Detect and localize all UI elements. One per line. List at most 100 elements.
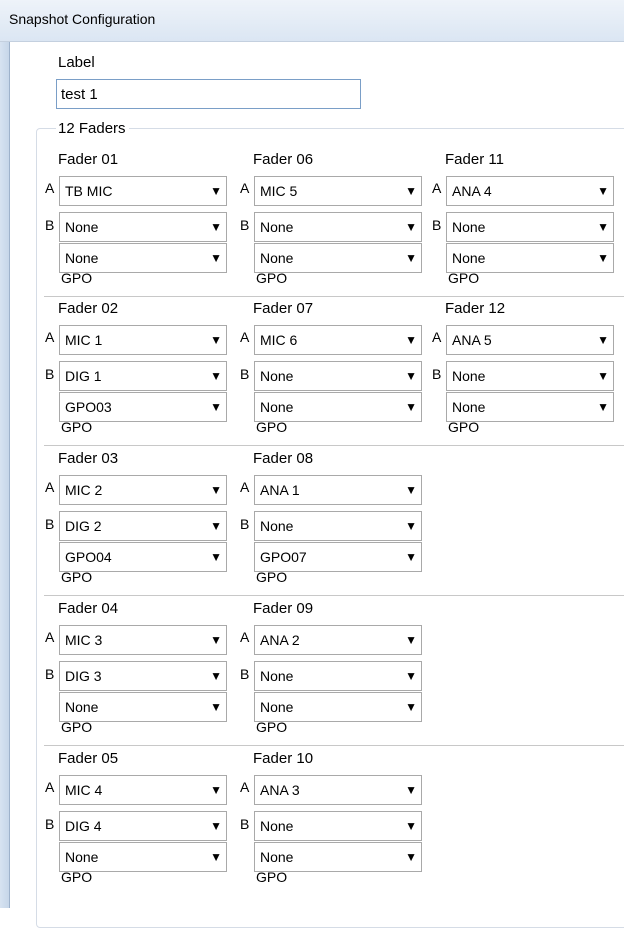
fader-02-gpo-select[interactable]: GPO03 ▼ xyxy=(59,392,227,422)
fader-11-source-a-select[interactable]: ANA 4 ▼ xyxy=(446,176,614,206)
chevron-down-icon: ▼ xyxy=(597,220,609,234)
chevron-down-icon: ▼ xyxy=(405,550,417,564)
fader-02-block: Fader 02 A MIC 1 ▼ B DIG 1 ▼ GPO03 ▼ GPO xyxy=(45,300,235,440)
fader-08-source-b-select[interactable]: None ▼ xyxy=(254,511,422,541)
gpo-label: GPO xyxy=(256,270,288,286)
source-b-label: B xyxy=(240,516,250,532)
fader-07-title: Fader 07 xyxy=(253,300,314,317)
selected-value: None xyxy=(260,849,294,865)
fader-12-gpo-select[interactable]: None ▼ xyxy=(446,392,614,422)
chevron-down-icon: ▼ xyxy=(597,400,609,414)
chevron-down-icon: ▼ xyxy=(210,783,222,797)
selected-value: None xyxy=(260,699,294,715)
fader-03-source-b-select[interactable]: DIG 2 ▼ xyxy=(59,511,227,541)
fader-03-block: Fader 03 A MIC 2 ▼ B DIG 2 ▼ GPO04 ▼ GPO xyxy=(45,450,235,590)
source-a-label: A xyxy=(45,479,55,495)
fader-04-source-b-select[interactable]: DIG 3 ▼ xyxy=(59,661,227,691)
fader-09-gpo-select[interactable]: None ▼ xyxy=(254,692,422,722)
selected-value: None xyxy=(260,818,294,834)
fader-10-gpo-select[interactable]: None ▼ xyxy=(254,842,422,872)
chevron-down-icon: ▼ xyxy=(405,220,417,234)
fader-06-source-a-select[interactable]: MIC 5 ▼ xyxy=(254,176,422,206)
chevron-down-icon: ▼ xyxy=(405,400,417,414)
fader-05-gpo-select[interactable]: None ▼ xyxy=(59,842,227,872)
chevron-down-icon: ▼ xyxy=(210,850,222,864)
fader-05-block: Fader 05 A MIC 4 ▼ B DIG 4 ▼ None ▼ GPO xyxy=(45,750,235,890)
fader-04-gpo-select[interactable]: None ▼ xyxy=(59,692,227,722)
source-b-label: B xyxy=(240,666,250,682)
selected-value: MIC 3 xyxy=(65,632,103,648)
fader-01-source-a-select[interactable]: TB MIC ▼ xyxy=(59,176,227,206)
fader-11-gpo-select[interactable]: None ▼ xyxy=(446,243,614,273)
chevron-down-icon: ▼ xyxy=(405,251,417,265)
fader-07-source-b-select[interactable]: None ▼ xyxy=(254,361,422,391)
fader-11-title: Fader 11 xyxy=(445,151,504,168)
fader-01-source-b-select[interactable]: None ▼ xyxy=(59,212,227,242)
selected-value: GPO03 xyxy=(65,399,112,415)
source-b-label: B xyxy=(240,217,250,233)
fader-07-source-a-select[interactable]: MIC 6 ▼ xyxy=(254,325,422,355)
gpo-label: GPO xyxy=(61,569,93,585)
chevron-down-icon: ▼ xyxy=(405,333,417,347)
fader-02-source-a-select[interactable]: MIC 1 ▼ xyxy=(59,325,227,355)
chevron-down-icon: ▼ xyxy=(210,251,222,265)
fader-07-block: Fader 07 A MIC 6 ▼ B None ▼ None ▼ GPO xyxy=(240,300,430,440)
fader-09-source-b-select[interactable]: None ▼ xyxy=(254,661,422,691)
gpo-label: GPO xyxy=(61,719,93,735)
chevron-down-icon: ▼ xyxy=(405,669,417,683)
row-separator xyxy=(44,445,624,446)
fader-10-source-a-select[interactable]: ANA 3 ▼ xyxy=(254,775,422,805)
chevron-down-icon: ▼ xyxy=(405,700,417,714)
fader-07-gpo-select[interactable]: None ▼ xyxy=(254,392,422,422)
fader-06-source-b-select[interactable]: None ▼ xyxy=(254,212,422,242)
chevron-down-icon: ▼ xyxy=(597,333,609,347)
selected-value: MIC 2 xyxy=(65,482,103,498)
fader-03-source-a-select[interactable]: MIC 2 ▼ xyxy=(59,475,227,505)
window-title: Snapshot Configuration xyxy=(9,11,156,27)
chevron-down-icon: ▼ xyxy=(210,550,222,564)
source-b-label: B xyxy=(45,816,55,832)
fader-08-gpo-select[interactable]: GPO07 ▼ xyxy=(254,542,422,572)
gpo-label: GPO xyxy=(256,869,288,885)
fader-12-source-b-select[interactable]: None ▼ xyxy=(446,361,614,391)
selected-value: None xyxy=(452,250,486,266)
source-a-label: A xyxy=(45,180,55,196)
chevron-down-icon: ▼ xyxy=(210,400,222,414)
fader-11-source-b-select[interactable]: None ▼ xyxy=(446,212,614,242)
fader-01-gpo-select[interactable]: None ▼ xyxy=(59,243,227,273)
label-input[interactable] xyxy=(56,79,361,109)
fader-06-gpo-select[interactable]: None ▼ xyxy=(254,243,422,273)
selected-value: MIC 6 xyxy=(260,332,298,348)
selected-value: ANA 5 xyxy=(452,332,492,348)
chevron-down-icon: ▼ xyxy=(597,251,609,265)
fader-05-source-b-select[interactable]: DIG 4 ▼ xyxy=(59,811,227,841)
fader-11-block: Fader 11 A ANA 4 ▼ B None ▼ None ▼ GPO xyxy=(432,151,622,291)
fader-01-title: Fader 01 xyxy=(58,151,119,168)
selected-value: DIG 4 xyxy=(65,818,102,834)
chevron-down-icon: ▼ xyxy=(210,369,222,383)
fader-10-source-b-select[interactable]: None ▼ xyxy=(254,811,422,841)
fader-09-source-a-select[interactable]: ANA 2 ▼ xyxy=(254,625,422,655)
selected-value: ANA 4 xyxy=(452,183,492,199)
chevron-down-icon: ▼ xyxy=(405,184,417,198)
fader-06-block: Fader 06 A MIC 5 ▼ B None ▼ None ▼ GPO xyxy=(240,151,430,291)
fader-05-source-a-select[interactable]: MIC 4 ▼ xyxy=(59,775,227,805)
fader-12-source-a-select[interactable]: ANA 5 ▼ xyxy=(446,325,614,355)
title-bar: Snapshot Configuration xyxy=(0,0,624,42)
source-a-label: A xyxy=(240,180,250,196)
source-b-label: B xyxy=(240,366,250,382)
fader-08-source-a-select[interactable]: ANA 1 ▼ xyxy=(254,475,422,505)
selected-value: None xyxy=(260,368,294,384)
selected-value: None xyxy=(260,250,294,266)
source-b-label: B xyxy=(45,516,55,532)
fader-10-block: Fader 10 A ANA 3 ▼ B None ▼ None ▼ GPO xyxy=(240,750,430,890)
fader-02-source-b-select[interactable]: DIG 1 ▼ xyxy=(59,361,227,391)
source-a-label: A xyxy=(45,329,55,345)
fader-04-source-a-select[interactable]: MIC 3 ▼ xyxy=(59,625,227,655)
gpo-label: GPO xyxy=(448,270,480,286)
chevron-down-icon: ▼ xyxy=(210,519,222,533)
chevron-down-icon: ▼ xyxy=(405,783,417,797)
selected-value: DIG 1 xyxy=(65,368,102,384)
fader-03-gpo-select[interactable]: GPO04 ▼ xyxy=(59,542,227,572)
chevron-down-icon: ▼ xyxy=(405,519,417,533)
